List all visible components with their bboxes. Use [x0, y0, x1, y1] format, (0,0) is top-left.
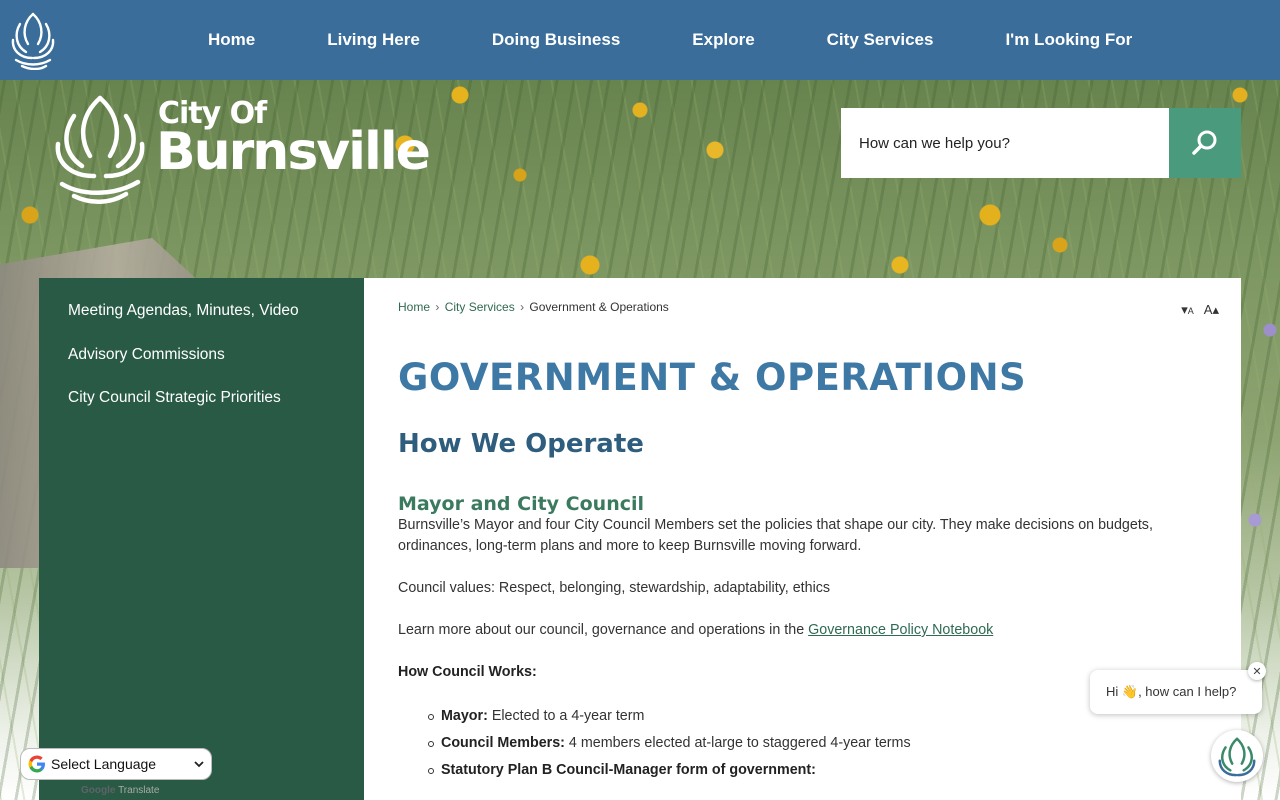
- main-content: Home › City Services › Government & Oper…: [364, 278, 1241, 800]
- nav-city-services[interactable]: City Services: [791, 30, 970, 50]
- google-wordmark: Google: [81, 785, 116, 796]
- breadcrumb-home[interactable]: Home: [398, 300, 430, 314]
- burnsville-leaf-chat-icon: [1218, 737, 1256, 777]
- nav-home[interactable]: Home: [172, 30, 291, 50]
- sub-title: Mayor and City Council: [398, 493, 645, 515]
- increase-text-button[interactable]: A▴: [1204, 302, 1219, 318]
- sidebar-item-meeting-agendas: Meeting Agendas, Minutes, Video: [39, 302, 364, 346]
- section-sidebar: Meeting Agendas, Minutes, Video Advisory…: [39, 278, 364, 800]
- powered-by-google-translate: Google Translate: [81, 785, 159, 796]
- language-select[interactable]: Select Language: [20, 748, 212, 780]
- chevron-down-icon: [194, 761, 204, 768]
- governance-policy-notebook-link[interactable]: Governance Policy Notebook: [808, 622, 993, 638]
- decrease-text-button[interactable]: ▾A: [1181, 302, 1194, 318]
- sidebar-link-meeting-agendas[interactable]: Meeting Agendas, Minutes, Video: [68, 302, 299, 319]
- text-resize-controls: ▾A A▴: [1181, 302, 1219, 318]
- sidebar-link-strategic-priorities[interactable]: City Council Strategic Priorities: [68, 389, 281, 406]
- page-title: GOVERNMENT & OPERATIONS: [398, 356, 1027, 399]
- paragraph-learn-more: Learn more about our council, governance…: [398, 620, 1207, 641]
- site-search: [841, 108, 1241, 178]
- nav-im-looking-for[interactable]: I'm Looking For: [969, 30, 1168, 50]
- burnsville-leaf-icon[interactable]: [10, 10, 56, 70]
- breadcrumb-current: Government & Operations: [529, 300, 669, 314]
- sidebar-item-advisory-commissions: Advisory Commissions: [39, 346, 364, 390]
- nav-living-here[interactable]: Living Here: [291, 30, 456, 50]
- language-select-label: Select Language: [51, 756, 157, 772]
- brand-city-name: Burnsville: [156, 122, 431, 182]
- learn-more-text: Learn more about our council, governance…: [398, 622, 809, 638]
- search-input[interactable]: [841, 108, 1169, 178]
- sidebar-item-strategic-priorities: City Council Strategic Priorities: [39, 389, 364, 433]
- top-navigation: Home Living Here Doing Business Explore …: [0, 0, 1280, 80]
- google-g-icon: [28, 755, 45, 773]
- section-title: How We Operate: [398, 429, 644, 459]
- translate-wordmark[interactable]: Translate: [118, 785, 159, 796]
- city-logo[interactable]: City Of Burnsville: [52, 92, 431, 212]
- chat-close-icon[interactable]: ✕: [1248, 662, 1266, 680]
- search-icon: [1192, 130, 1217, 155]
- burnsville-leaf-logo-icon: [55, 95, 145, 204]
- list-item: Statutory Plan B Council-Manager form of…: [428, 757, 1207, 784]
- list-item: Council Members: 4 members elected at-la…: [428, 730, 1207, 757]
- paragraph-council-overview: Burnsville’s Mayor and four City Council…: [398, 517, 1153, 554]
- search-button[interactable]: [1169, 108, 1241, 178]
- breadcrumb-city-services[interactable]: City Services: [445, 300, 515, 314]
- council-facts-list: Mayor: Elected to a 4-year term Council …: [398, 703, 1207, 784]
- nav-doing-business[interactable]: Doing Business: [456, 30, 656, 50]
- how-council-works-heading: How Council Works:: [398, 664, 537, 680]
- nav-explore[interactable]: Explore: [656, 30, 790, 50]
- breadcrumb: Home › City Services › Government & Oper…: [398, 300, 1207, 314]
- paragraph-council-values: Council values: Respect, belonging, stew…: [398, 580, 831, 596]
- chat-greeting-bubble[interactable]: Hi 👋, how can I help?: [1090, 670, 1262, 714]
- chat-launcher-button[interactable]: [1211, 730, 1263, 782]
- sidebar-link-advisory-commissions[interactable]: Advisory Commissions: [68, 346, 225, 363]
- breadcrumb-separator: ›: [435, 300, 440, 314]
- main-menu: Home Living Here Doing Business Explore …: [172, 0, 1168, 80]
- breadcrumb-separator: ›: [520, 300, 525, 314]
